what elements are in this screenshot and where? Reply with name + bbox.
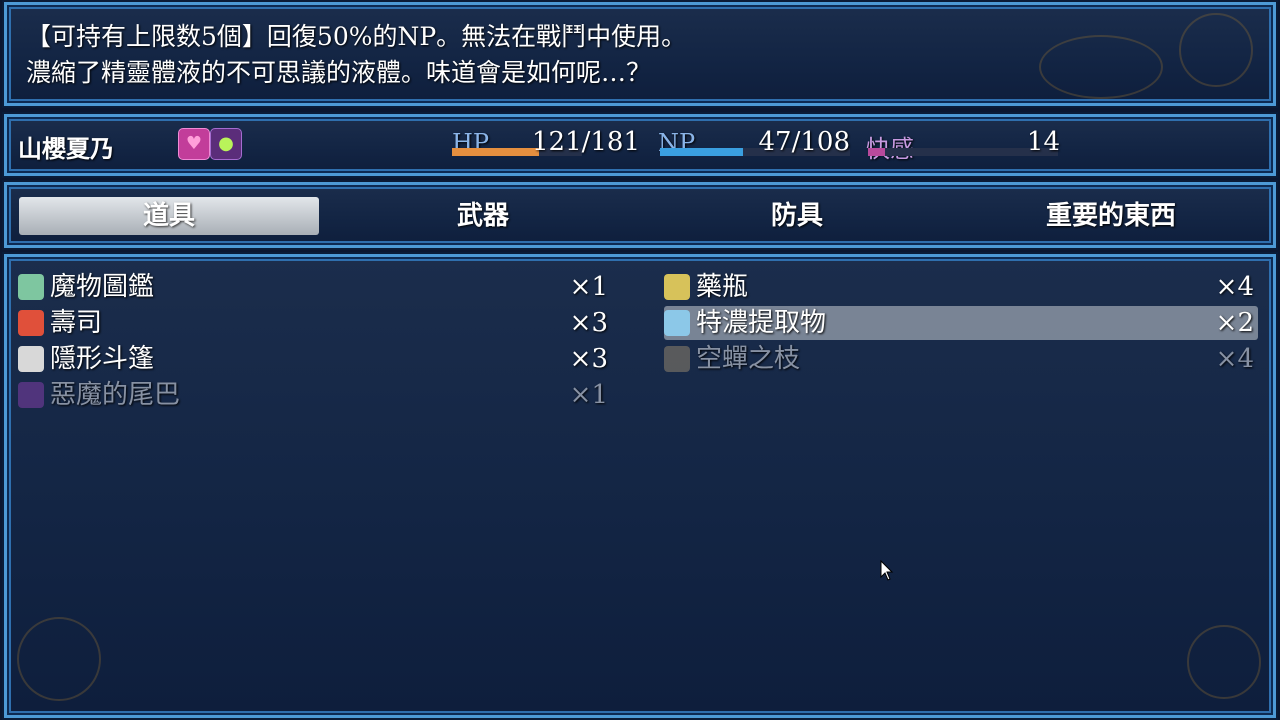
tab-key-items[interactable]: 重要的東西 (961, 197, 1261, 235)
item-name: 特濃提取物 (696, 308, 827, 338)
item-row[interactable]: 隱形斗篷 ×3 (18, 342, 612, 376)
vial-icon (664, 274, 690, 300)
actor-name: 山櫻夏乃 (18, 134, 114, 163)
slime-state-icon: ● (210, 128, 242, 160)
item-count: ×1 (569, 272, 608, 302)
branch-icon (664, 346, 690, 372)
item-count: ×1 (569, 380, 608, 410)
ornament-decoration (1187, 625, 1261, 699)
np-value: 47/108 (758, 127, 850, 157)
item-count: ×3 (569, 308, 608, 338)
pleasure-gauge-fill (868, 148, 886, 156)
item-name: 魔物圖鑑 (50, 272, 155, 302)
pleasure-label: 快感 (866, 129, 914, 164)
tab-weapons[interactable]: 武器 (333, 197, 633, 235)
ornament-decoration (1179, 13, 1253, 87)
book-icon (18, 274, 44, 300)
item-count: ×3 (569, 344, 608, 374)
item-count: ×2 (1215, 308, 1254, 338)
item-row[interactable]: 空蟬之枝 ×4 (664, 342, 1258, 376)
tab-items[interactable]: 道具 (19, 197, 319, 235)
item-name: 壽司 (50, 308, 103, 338)
item-count: ×4 (1215, 272, 1254, 302)
bottle-icon (664, 310, 690, 336)
ornament-decoration (17, 617, 101, 701)
heart-state-icon: ♥ (178, 128, 210, 160)
sushi-icon (18, 310, 44, 336)
demon-tail-icon (18, 382, 44, 408)
item-row[interactable]: 特濃提取物 ×2 (664, 306, 1258, 340)
item-row[interactable]: 壽司 ×3 (18, 306, 612, 340)
tab-armor[interactable]: 防具 (647, 197, 947, 235)
item-row[interactable]: 惡魔的尾巴 ×1 (18, 378, 612, 412)
cloak-icon (18, 346, 44, 372)
ornament-decoration (1039, 35, 1163, 99)
item-name: 藥瓶 (696, 272, 749, 302)
item-name: 空蟬之枝 (696, 344, 801, 374)
help-line-1: 【可持有上限数5個】回復50%的NP。無法在戰鬥中使用。 (26, 22, 687, 51)
mouse-cursor-icon (880, 560, 894, 581)
help-line-2: 濃縮了精靈體液的不可思議的液體。味道會是如何呢…？ (26, 58, 652, 87)
item-row[interactable]: 魔物圖鑑 ×1 (18, 270, 612, 304)
item-row[interactable]: 藥瓶 ×4 (664, 270, 1258, 304)
help-window (4, 2, 1276, 106)
item-name: 惡魔的尾巴 (50, 380, 181, 410)
pleasure-value: 14 (1026, 127, 1060, 157)
item-count: ×4 (1215, 344, 1254, 374)
item-name: 隱形斗篷 (50, 344, 155, 374)
hp-value: 121/181 (531, 127, 640, 157)
